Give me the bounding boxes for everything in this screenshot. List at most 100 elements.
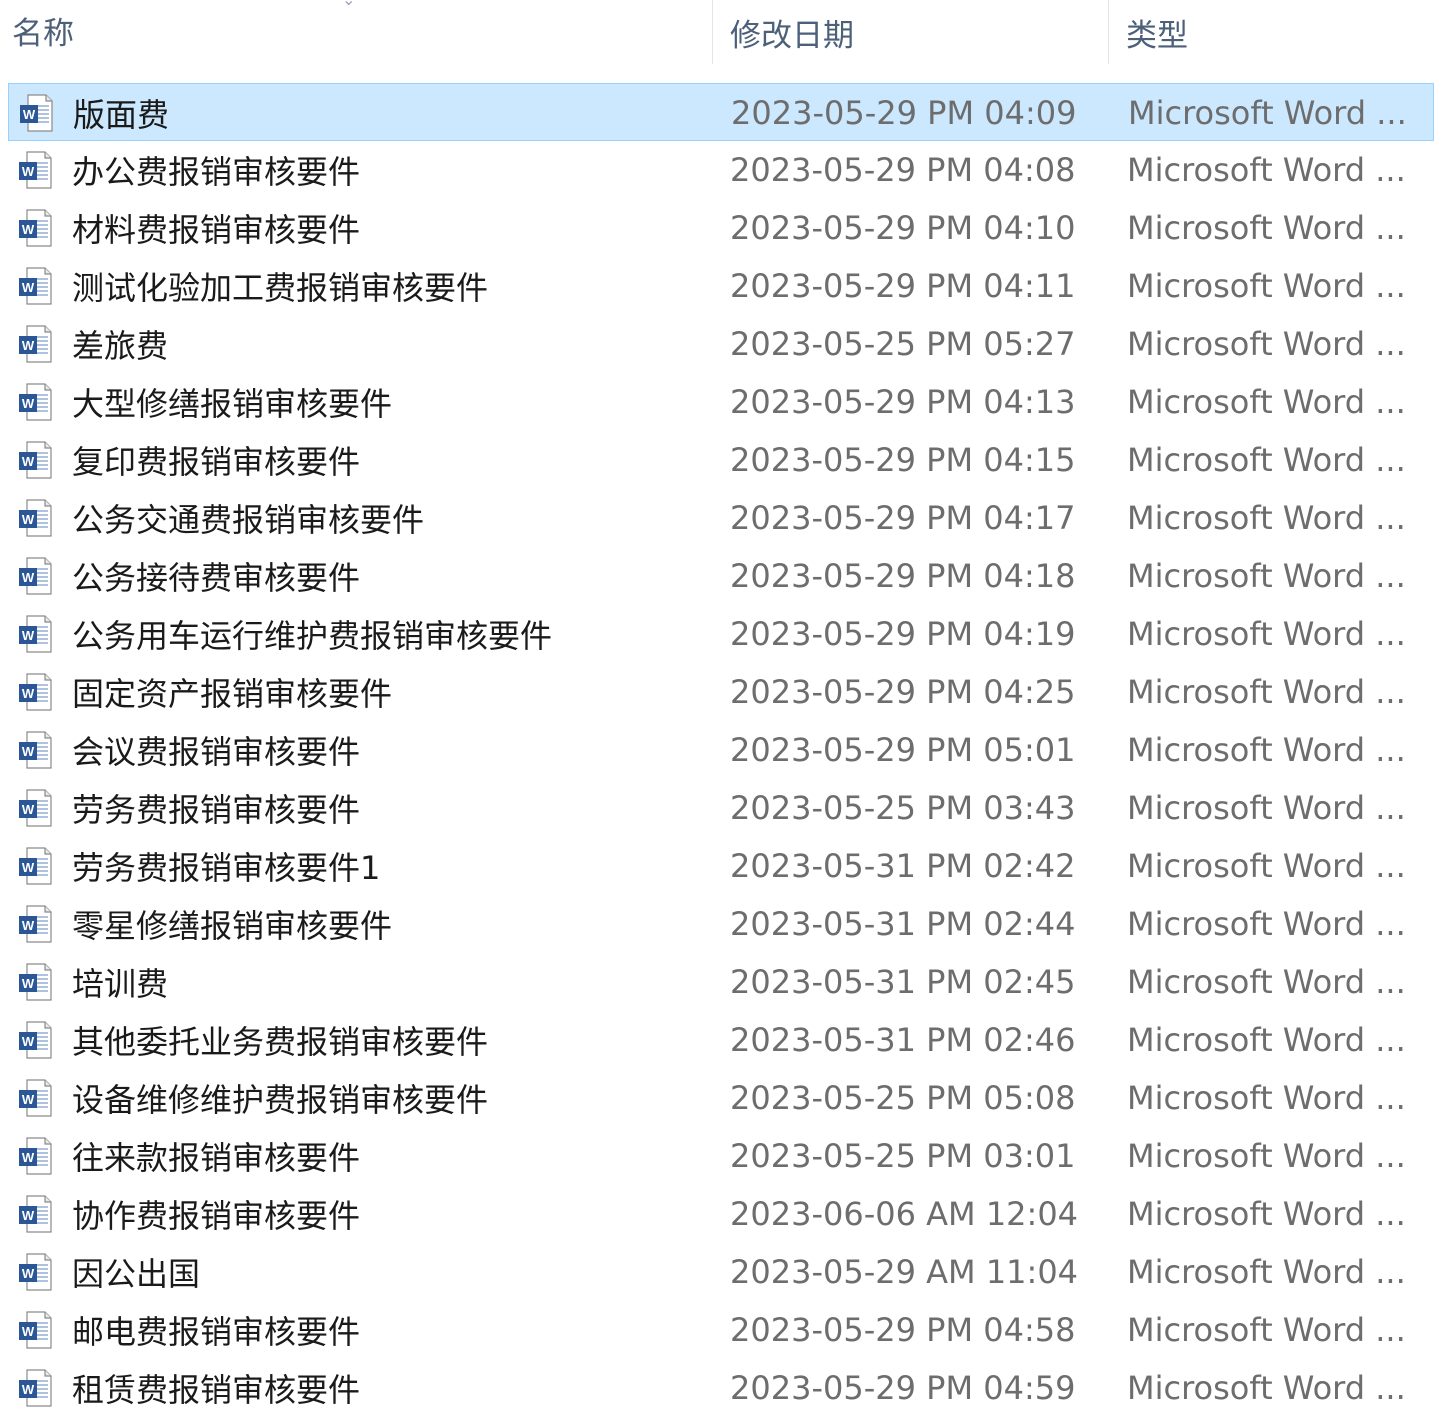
- svg-text:W: W: [22, 1208, 35, 1223]
- file-row[interactable]: W 公务接待费审核要件 2023-05-29 PM 04:18 Microsof…: [8, 547, 1434, 605]
- file-type: Microsoft Word ...: [1127, 1079, 1406, 1117]
- file-name: 固定资产报销审核要件: [72, 675, 393, 713]
- file-row[interactable]: W 版面费 2023-05-29 PM 04:09 Microsoft Word…: [8, 83, 1434, 141]
- file-row[interactable]: W 往来款报销审核要件 2023-05-25 PM 03:01 Microsof…: [8, 1127, 1434, 1185]
- svg-text:W: W: [22, 1150, 35, 1165]
- file-row[interactable]: W 大型修缮报销审核要件 2023-05-29 PM 04:13 Microso…: [8, 373, 1434, 431]
- file-name: 测试化验加工费报销审核要件: [72, 269, 489, 307]
- file-date-modified: 2023-05-29 PM 04:17: [730, 499, 1076, 537]
- word-document-icon: W: [19, 1253, 52, 1291]
- word-document-icon: W: [19, 151, 52, 189]
- file-row[interactable]: W 差旅费 2023-05-25 PM 05:27 Microsoft Word…: [8, 315, 1434, 373]
- word-document-icon: W: [19, 1195, 52, 1233]
- file-date-modified: 2023-05-25 PM 03:01: [730, 1137, 1076, 1175]
- file-row[interactable]: W 公务用车运行维护费报销审核要件 2023-05-29 PM 04:19 Mi…: [8, 605, 1434, 663]
- file-row[interactable]: W 材料费报销审核要件 2023-05-29 PM 04:10 Microsof…: [8, 199, 1434, 257]
- column-divider[interactable]: [712, 0, 713, 64]
- file-date-modified: 2023-05-29 PM 04:58: [730, 1311, 1076, 1349]
- svg-text:W: W: [23, 107, 36, 122]
- file-type: Microsoft Word ...: [1127, 789, 1406, 827]
- file-row[interactable]: W 因公出国 2023-05-29 AM 11:04 Microsoft Wor…: [8, 1243, 1434, 1301]
- svg-text:W: W: [22, 222, 35, 237]
- svg-text:W: W: [22, 686, 35, 701]
- file-type: Microsoft Word ...: [1127, 383, 1406, 421]
- svg-text:W: W: [22, 280, 35, 295]
- svg-text:W: W: [22, 454, 35, 469]
- file-date-modified: 2023-05-25 PM 03:43: [730, 789, 1076, 827]
- file-type: Microsoft Word ...: [1127, 557, 1406, 595]
- file-type: Microsoft Word ...: [1127, 1253, 1406, 1291]
- file-explorer-list: 名称 ⌄ 修改日期 类型 W 版面费 2023-05-29 PM 04:09 M…: [0, 0, 1434, 1408]
- word-document-icon: W: [19, 557, 52, 595]
- file-row[interactable]: W 会议费报销审核要件 2023-05-29 PM 05:01 Microsof…: [8, 721, 1434, 779]
- file-date-modified: 2023-05-29 PM 04:15: [730, 441, 1076, 479]
- svg-text:W: W: [22, 1034, 35, 1049]
- file-date-modified: 2023-05-25 PM 05:08: [730, 1079, 1076, 1117]
- file-row[interactable]: W 公务交通费报销审核要件 2023-05-29 PM 04:17 Micros…: [8, 489, 1434, 547]
- file-date-modified: 2023-05-25 PM 05:27: [730, 325, 1076, 363]
- svg-text:W: W: [22, 802, 35, 817]
- word-document-icon: W: [19, 1311, 52, 1349]
- file-row[interactable]: W 其他委托业务费报销审核要件 2023-05-31 PM 02:46 Micr…: [8, 1011, 1434, 1069]
- file-date-modified: 2023-05-31 PM 02:42: [730, 847, 1076, 885]
- file-name: 其他委托业务费报销审核要件: [72, 1023, 489, 1061]
- file-name: 协作费报销审核要件: [72, 1197, 361, 1235]
- column-divider[interactable]: [1108, 0, 1109, 64]
- file-row[interactable]: W 劳务费报销审核要件1 2023-05-31 PM 02:42 Microso…: [8, 837, 1434, 895]
- file-name: 公务接待费审核要件: [72, 559, 361, 597]
- file-type: Microsoft Word ...: [1127, 499, 1406, 537]
- word-document-icon: W: [19, 789, 52, 827]
- file-row[interactable]: W 邮电费报销审核要件 2023-05-29 PM 04:58 Microsof…: [8, 1301, 1434, 1359]
- file-row[interactable]: W 测试化验加工费报销审核要件 2023-05-29 PM 04:11 Micr…: [8, 257, 1434, 315]
- file-row[interactable]: W 劳务费报销审核要件 2023-05-25 PM 03:43 Microsof…: [8, 779, 1434, 837]
- svg-text:W: W: [22, 628, 35, 643]
- svg-text:W: W: [22, 1092, 35, 1107]
- file-row[interactable]: W 固定资产报销审核要件 2023-05-29 PM 04:25 Microso…: [8, 663, 1434, 721]
- word-document-icon: W: [19, 1021, 52, 1059]
- file-type: Microsoft Word ...: [1127, 1311, 1406, 1349]
- file-type: Microsoft Word ...: [1127, 731, 1406, 769]
- file-row[interactable]: W 租赁费报销审核要件 2023-05-29 PM 04:59 Microsof…: [8, 1359, 1434, 1408]
- file-name: 差旅费: [72, 327, 169, 365]
- word-document-icon: W: [19, 499, 52, 537]
- word-document-icon: W: [19, 615, 52, 653]
- svg-text:W: W: [22, 860, 35, 875]
- file-type: Microsoft Word ...: [1127, 1021, 1406, 1059]
- file-row[interactable]: W 协作费报销审核要件 2023-06-06 AM 12:04 Microsof…: [8, 1185, 1434, 1243]
- file-name: 材料费报销审核要件: [72, 211, 361, 249]
- column-header-type[interactable]: 类型: [1126, 0, 1188, 64]
- file-row[interactable]: W 零星修缮报销审核要件 2023-05-31 PM 02:44 Microso…: [8, 895, 1434, 953]
- file-type: Microsoft Word ...: [1127, 905, 1406, 943]
- svg-text:W: W: [22, 164, 35, 179]
- file-row[interactable]: W 设备维修维护费报销审核要件 2023-05-25 PM 05:08 Micr…: [8, 1069, 1434, 1127]
- file-type: Microsoft Word ...: [1127, 1369, 1406, 1407]
- word-document-icon: W: [19, 441, 52, 479]
- file-type: Microsoft Word ...: [1127, 673, 1406, 711]
- column-header-name[interactable]: 名称: [12, 0, 74, 62]
- file-row[interactable]: W 培训费 2023-05-31 PM 02:45 Microsoft Word…: [8, 953, 1434, 1011]
- file-date-modified: 2023-05-31 PM 02:45: [730, 963, 1076, 1001]
- column-header-date-modified[interactable]: 修改日期: [730, 0, 854, 64]
- file-date-modified: 2023-05-31 PM 02:46: [730, 1021, 1076, 1059]
- file-date-modified: 2023-05-29 AM 11:04: [730, 1253, 1079, 1291]
- file-row[interactable]: W 复印费报销审核要件 2023-05-29 PM 04:15 Microsof…: [8, 431, 1434, 489]
- file-name: 因公出国: [72, 1255, 201, 1293]
- file-name: 租赁费报销审核要件: [72, 1371, 361, 1408]
- svg-text:W: W: [22, 1324, 35, 1339]
- svg-text:W: W: [22, 570, 35, 585]
- file-name: 办公费报销审核要件: [72, 153, 361, 191]
- word-document-icon: W: [19, 963, 52, 1001]
- file-type: Microsoft Word ...: [1127, 441, 1406, 479]
- svg-text:W: W: [22, 918, 35, 933]
- file-date-modified: 2023-05-29 PM 04:18: [730, 557, 1076, 595]
- file-type: Microsoft Word ...: [1128, 94, 1407, 132]
- word-document-icon: W: [19, 731, 52, 769]
- file-row[interactable]: W 办公费报销审核要件 2023-05-29 PM 04:08 Microsof…: [8, 141, 1434, 199]
- file-name: 往来款报销审核要件: [72, 1139, 361, 1177]
- svg-text:W: W: [22, 744, 35, 759]
- file-type: Microsoft Word ...: [1127, 1137, 1406, 1175]
- file-type: Microsoft Word ...: [1127, 963, 1406, 1001]
- file-name: 会议费报销审核要件: [72, 733, 361, 771]
- file-name: 公务用车运行维护费报销审核要件: [72, 617, 553, 655]
- word-document-icon: W: [19, 209, 52, 247]
